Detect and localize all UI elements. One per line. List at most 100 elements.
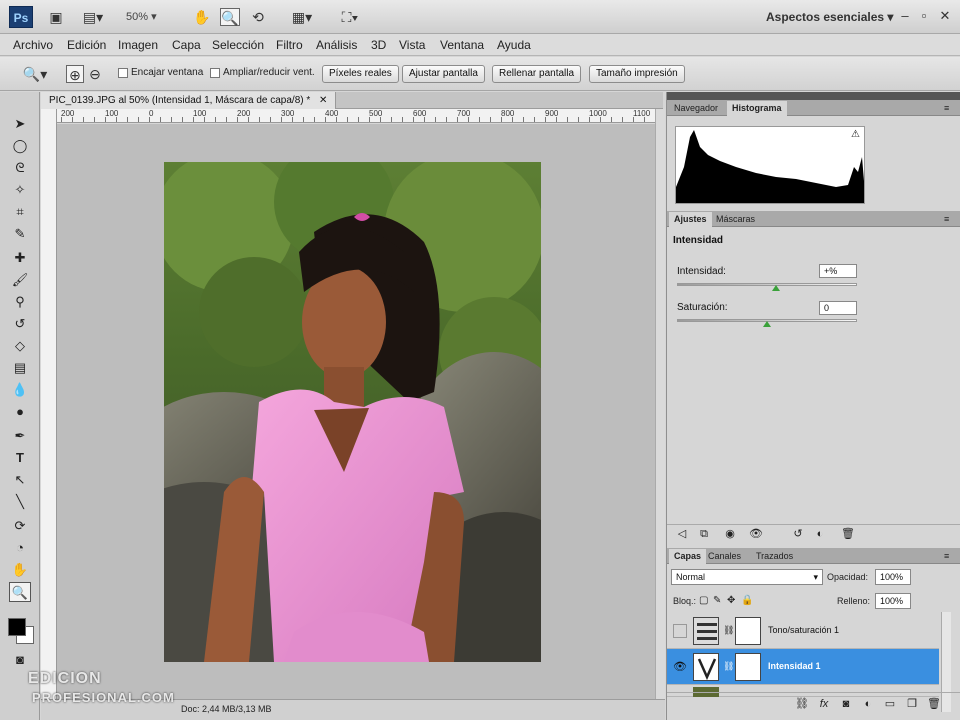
blur-tool-icon[interactable]: 💧 — [9, 380, 31, 400]
clip-to-layer-icon[interactable]: ◉ — [723, 527, 737, 541]
tab-trazados[interactable]: Trazados — [751, 549, 798, 564]
healing-brush-tool-icon[interactable]: ✚ — [9, 248, 31, 268]
fill-screen-button[interactable]: Rellenar pantalla — [492, 65, 582, 83]
fill-input[interactable]: 100% — [875, 593, 911, 609]
pen-tool-icon[interactable]: ✒ — [9, 426, 31, 446]
vibrance-slider-track[interactable] — [677, 283, 857, 286]
resize-windows-checkbox[interactable] — [210, 68, 220, 78]
blend-mode-select[interactable]: Normal ▾ — [671, 569, 823, 585]
tab-ajustes[interactable]: Ajustes — [669, 212, 712, 227]
arrange-documents-icon[interactable]: ▦▾ — [286, 8, 318, 26]
crop-tool-icon[interactable]: ⌗ — [9, 202, 31, 222]
lock-position-icon[interactable]: ✥ — [727, 595, 735, 606]
close-document-icon[interactable]: ✕ — [319, 95, 327, 106]
layer-row-vibrance[interactable]: 👁 ⛓ Intensidad 1 — [667, 649, 939, 685]
move-tool-icon[interactable]: ➤ — [9, 114, 31, 134]
actual-pixels-button[interactable]: Píxeles reales — [322, 65, 399, 83]
layers-menu-icon[interactable]: ≡ — [939, 549, 954, 564]
reset-icon[interactable]: ↺ — [791, 527, 805, 541]
layer-mask-thumbnail[interactable] — [735, 617, 761, 645]
new-layer-icon[interactable]: ❐ — [905, 697, 919, 711]
lock-pixels-icon[interactable]: ✎ — [713, 595, 721, 606]
toggle-visibility-icon[interactable]: ◐ — [813, 527, 827, 541]
tool-preset-icon[interactable]: 🔍▾ — [18, 65, 52, 83]
expanded-view-icon[interactable]: ⧉ — [697, 527, 711, 541]
zoom-tool-icon[interactable]: 🔍 — [220, 8, 240, 26]
new-group-icon[interactable]: ▭ — [883, 697, 897, 711]
screen-mode-icon[interactable]: ⛶▾ — [334, 8, 366, 26]
hand-tool-icon[interactable]: ✋ — [192, 8, 212, 26]
layer-style-icon[interactable]: fx — [817, 697, 831, 711]
dodge-tool-icon[interactable]: ● — [9, 402, 31, 422]
close-icon[interactable]: ✕ — [936, 7, 954, 25]
menu-filtro[interactable]: Filtro — [276, 38, 303, 52]
menu-imagen[interactable]: Imagen — [118, 38, 158, 52]
link-icon[interactable]: ⛓ — [723, 625, 734, 636]
link-icon[interactable]: ⛓ — [723, 661, 734, 672]
delete-adjustment-icon[interactable]: 🗑 — [841, 527, 855, 541]
zoom-level-select[interactable]: 50% ▾ — [126, 10, 157, 23]
marquee-tool-icon[interactable]: ◯ — [9, 136, 31, 156]
layer-mask-thumbnail[interactable] — [735, 653, 761, 681]
history-brush-tool-icon[interactable]: ↺ — [9, 314, 31, 334]
type-tool-icon[interactable]: T — [9, 448, 31, 468]
panel-menu-icon[interactable]: ≡ — [939, 101, 954, 116]
view-previous-icon[interactable]: 👁 — [749, 527, 763, 541]
opacity-input[interactable]: 100% — [875, 569, 911, 585]
menu-edicion[interactable]: Edición — [67, 38, 106, 52]
zoom-out-icon[interactable]: ⊖ — [86, 65, 104, 83]
print-size-button[interactable]: Tamaño impresión — [589, 65, 685, 83]
restore-icon[interactable]: ▫ — [915, 7, 933, 25]
fit-screen-button[interactable]: Ajustar pantalla — [402, 65, 485, 83]
lasso-tool-icon[interactable]: ᘓ — [9, 158, 31, 178]
layer-visibility-toggle[interactable] — [673, 624, 687, 638]
new-adjustment-icon[interactable]: ◐ — [861, 697, 875, 711]
quick-mask-icon[interactable]: ◙ — [9, 650, 31, 670]
magic-wand-tool-icon[interactable]: ✧ — [9, 180, 31, 200]
zoom-in-icon[interactable]: ⊕ — [66, 65, 84, 83]
fit-window-checkbox[interactable] — [118, 68, 128, 78]
layer-row-hue-saturation[interactable]: ⛓ Tono/saturación 1 — [667, 613, 939, 649]
minimize-icon[interactable]: – — [896, 7, 914, 25]
delete-layer-icon[interactable]: 🗑 — [927, 697, 941, 711]
bridge-icon[interactable]: ▣ — [46, 8, 66, 26]
saturation-input[interactable]: 0 — [819, 301, 857, 315]
menu-vista[interactable]: Vista — [399, 38, 425, 52]
3d-orbit-tool-icon[interactable]: ◔ — [9, 538, 31, 558]
foreground-color-swatch[interactable] — [8, 618, 26, 636]
menu-analisis[interactable]: Análisis — [316, 38, 357, 52]
tab-navegador[interactable]: Navegador — [669, 101, 723, 116]
lock-all-icon[interactable]: 🔒 — [741, 595, 753, 606]
add-mask-icon[interactable]: ◙ — [839, 697, 853, 711]
menu-capa[interactable]: Capa — [172, 38, 201, 52]
return-to-list-icon[interactable]: ◁ — [675, 527, 689, 541]
saturation-slider-thumb[interactable] — [763, 321, 771, 327]
tab-histograma[interactable]: Histograma — [727, 101, 787, 116]
view-extras-icon[interactable]: ▤▾ — [80, 8, 106, 26]
line-tool-icon[interactable]: ╲ — [9, 492, 31, 512]
eraser-tool-icon[interactable]: ◇ — [9, 336, 31, 356]
rotate-view-icon[interactable]: ⟲ — [248, 8, 268, 26]
vibrance-slider-thumb[interactable] — [772, 285, 780, 291]
gradient-tool-icon[interactable]: ▤ — [9, 358, 31, 378]
workspace-select[interactable]: Aspectos esenciales ▾ — [766, 10, 893, 24]
layer-name[interactable]: Tono/saturación 1 — [768, 625, 839, 635]
tab-canales[interactable]: Canales — [703, 549, 746, 564]
vibrance-input[interactable]: +% — [819, 264, 857, 278]
path-selection-tool-icon[interactable]: ↖ — [9, 470, 31, 490]
menu-archivo[interactable]: Archivo — [13, 38, 53, 52]
lock-transparency-icon[interactable]: ▢ — [699, 595, 708, 606]
adjustments-menu-icon[interactable]: ≡ — [939, 212, 954, 227]
menu-ayuda[interactable]: Ayuda — [497, 38, 531, 52]
3d-rotate-tool-icon[interactable]: ⟳ — [9, 516, 31, 536]
menu-ventana[interactable]: Ventana — [440, 38, 484, 52]
link-layers-icon[interactable]: ⛓ — [795, 697, 809, 711]
document-tab[interactable]: PIC_0139.JPG al 50% (Intensidad 1, Másca… — [41, 92, 337, 109]
menu-seleccion[interactable]: Selección — [212, 38, 264, 52]
tab-mascaras[interactable]: Máscaras — [711, 212, 760, 227]
hand-tool-side-icon[interactable]: ✋ — [9, 560, 31, 580]
clone-stamp-tool-icon[interactable]: ⚲ — [9, 292, 31, 312]
layer-name[interactable]: Intensidad 1 — [768, 661, 821, 671]
brush-tool-icon[interactable]: 🖌 — [9, 270, 31, 290]
cache-warning-icon[interactable]: ⚠ — [851, 129, 860, 140]
